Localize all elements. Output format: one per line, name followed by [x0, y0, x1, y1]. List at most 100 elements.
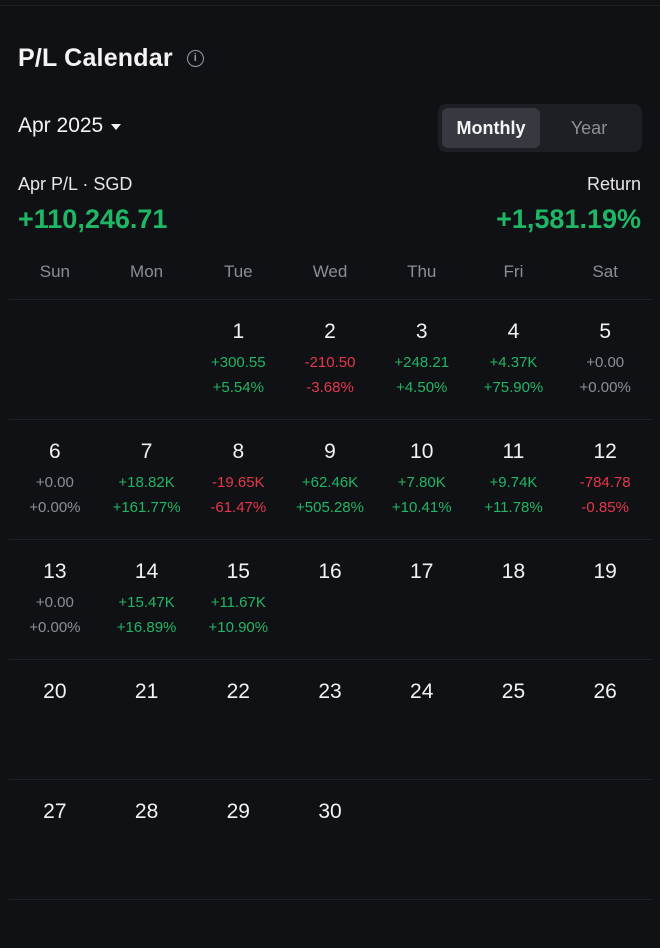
day-return-pct: +0.00% [29, 499, 81, 516]
return-value: +1,581.19% [496, 204, 641, 234]
view-toggle: Monthly Year [438, 104, 642, 152]
day-number: 22 [226, 680, 250, 703]
calendar-day-cell[interactable]: 12 -784.78 -0.85% [559, 420, 651, 539]
calendar-day-cell[interactable]: 17 [376, 540, 468, 659]
calendar-day-cell[interactable]: 8 -19.65K -61.47% [192, 420, 284, 539]
day-pnl: +300.55 [210, 354, 266, 371]
calendar-day-cell [468, 780, 560, 899]
day-pnl: +15.47K [118, 594, 175, 611]
day-number: 15 [226, 560, 250, 583]
calendar-day-cell[interactable]: 25 [468, 660, 560, 779]
calendar-day-cell[interactable]: 5 +0.00 +0.00% [559, 300, 651, 419]
day-return-pct: +0.00% [579, 379, 631, 396]
weekday-header: Sun Mon Tue Wed Thu Fri Sat [9, 262, 651, 282]
toggle-year-button[interactable]: Year [540, 108, 638, 148]
day-pnl: +7.80K [397, 474, 446, 491]
calendar-day-cell[interactable]: 9 +62.46K +505.28% [284, 420, 376, 539]
calendar-day-cell[interactable]: 11 +9.74K +11.78% [468, 420, 560, 539]
day-number: 25 [501, 680, 526, 703]
calendar-day-cell[interactable]: 28 [101, 780, 193, 899]
calendar-day-cell[interactable]: 16 [284, 540, 376, 659]
weekday-label: Tue [223, 262, 253, 281]
calendar-day-cell[interactable]: 23 [284, 660, 376, 779]
info-icon[interactable]: i [186, 50, 204, 67]
day-number: 4 [507, 320, 520, 343]
calendar-day-cell[interactable]: 2 -210.50 -3.68% [284, 300, 376, 419]
calendar-day-cell[interactable]: 13 +0.00 +0.00% [9, 540, 101, 659]
month-selector[interactable]: Apr 2025 [18, 114, 122, 138]
top-divider [0, 5, 660, 6]
calendar-day-cell[interactable]: 21 [101, 660, 193, 779]
return-label: Return [586, 174, 641, 194]
day-pnl: +248.21 [394, 354, 450, 371]
calendar-day-cell[interactable]: 29 [192, 780, 284, 899]
calendar-week-row: 13 +0.00 +0.00% 14 +15.47K +16.89% 15 +11.67K +1… [9, 540, 651, 660]
calendar-day-cell[interactable]: 3 +248.21 +4.50% [376, 300, 468, 419]
calendar-day-cell[interactable]: 20 [9, 660, 101, 779]
day-number: 16 [318, 560, 342, 583]
day-number: 28 [134, 800, 159, 823]
calendar-day-cell[interactable]: 15 +11.67K +10.90% [192, 540, 284, 659]
calendar-day-cell[interactable]: 22 [192, 660, 284, 779]
calendar-day-cell[interactable]: 27 [9, 780, 101, 899]
calendar-week-row: 27 28 29 30 [9, 780, 651, 900]
calendar-day-cell[interactable]: 1 +300.55 +5.54% [192, 300, 284, 419]
weekday-label: Fri [503, 262, 524, 281]
calendar-day-cell[interactable]: 26 [559, 660, 651, 779]
weekday-label: Mon [130, 262, 164, 281]
day-pnl: +4.37K [489, 354, 538, 371]
pl-label: Apr P/L · SGD [18, 174, 133, 194]
calendar-day-cell[interactable]: 10 +7.80K +10.41% [376, 420, 468, 539]
day-pnl: -210.50 [304, 354, 356, 371]
calendar-day-cell[interactable]: 24 [376, 660, 468, 779]
day-number: 3 [415, 320, 428, 343]
calendar-day-cell [376, 780, 468, 899]
day-number: 18 [501, 560, 526, 583]
day-return-pct: +10.41% [391, 499, 452, 516]
day-pnl: +11.67K [210, 594, 266, 611]
weekday-label: Sat [592, 262, 618, 281]
day-number: 17 [410, 560, 434, 583]
day-pnl: -784.78 [579, 474, 631, 491]
day-return-pct: +161.77% [112, 499, 181, 516]
day-number: 9 [324, 440, 336, 463]
day-pnl: +9.74K [489, 474, 538, 491]
day-number: 7 [140, 440, 153, 463]
weekday-label: Wed [312, 262, 348, 281]
calendar-day-cell[interactable]: 7 +18.82K +161.77% [101, 420, 193, 539]
day-pnl: -19.65K [212, 474, 265, 491]
caret-down-icon [111, 124, 122, 130]
calendar-day-cell[interactable]: 30 [284, 780, 376, 899]
day-pnl: +62.46K [301, 474, 359, 491]
day-number: 24 [410, 680, 434, 703]
day-pnl: +0.00 [586, 354, 625, 371]
month-label: Apr 2025 [18, 114, 104, 137]
toggle-monthly-button[interactable]: Monthly [442, 108, 540, 148]
day-number: 8 [232, 440, 245, 463]
day-return-pct: +75.90% [483, 379, 544, 396]
day-return-pct: -0.85% [581, 499, 629, 516]
calendar-day-cell [101, 300, 193, 419]
day-return-pct: +10.90% [208, 619, 269, 636]
calendar-day-cell[interactable]: 18 [468, 540, 560, 659]
pl-value: +110,246.71 [18, 204, 168, 234]
day-return-pct: +11.78% [484, 499, 543, 516]
page-header: P/L Calendar i [18, 44, 204, 73]
day-number: 19 [593, 560, 617, 583]
day-number: 6 [49, 440, 61, 463]
weekday-label: Thu [407, 262, 437, 281]
day-pnl: +18.82K [118, 474, 175, 491]
calendar-day-cell[interactable]: 4 +4.37K +75.90% [468, 300, 560, 419]
calendar-week-row: 1 +300.55 +5.54% 2 -210.50 -3.68% 3 +248.21 +4.5… [9, 300, 651, 420]
calendar-day-cell[interactable]: 19 [559, 540, 651, 659]
calendar-day-cell[interactable]: 14 +15.47K +16.89% [101, 540, 193, 659]
day-number: 20 [43, 680, 67, 703]
day-number: 29 [226, 800, 250, 823]
calendar-week-row: 20 21 22 23 24 25 26 [9, 660, 651, 780]
day-number: 14 [134, 560, 159, 583]
calendar-day-cell[interactable]: 6 +0.00 +0.00% [9, 420, 101, 539]
page-title: P/L Calendar [18, 44, 173, 72]
day-number: 13 [43, 560, 67, 583]
day-number: 11 [502, 440, 525, 463]
day-number: 10 [410, 440, 434, 463]
